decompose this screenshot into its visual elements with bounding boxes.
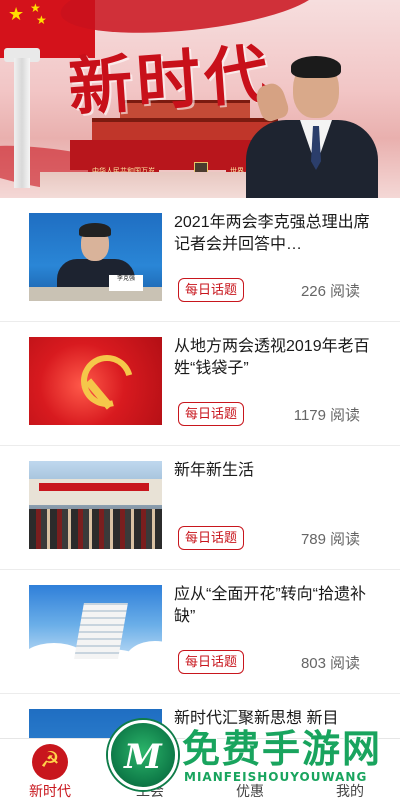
nav-tab-label: 新时代 bbox=[29, 783, 71, 799]
read-count-value: 789 bbox=[300, 531, 326, 548]
app-screen: ★ ★ ★ 中华人民共和国万岁 世界人民大团结万岁 新时代 bbox=[0, 0, 400, 800]
leader-photo bbox=[238, 54, 378, 198]
news-item[interactable]: 应从“全面开花”转向“拾遗补缺” 每日话题 803 阅读 bbox=[0, 570, 400, 694]
bottom-nav: 新时代 工会 优惠 我的 bbox=[0, 738, 400, 800]
thumb-hair bbox=[79, 223, 111, 237]
nav-tab-label: 工会 bbox=[136, 783, 164, 799]
news-thumbnail bbox=[29, 461, 162, 549]
news-thumbnail bbox=[29, 585, 162, 673]
nav-tab-profile[interactable]: 我的 bbox=[300, 739, 400, 800]
read-count: 803 阅读 bbox=[301, 652, 360, 673]
read-count-value: 803 bbox=[300, 655, 326, 672]
read-count-unit: 阅读 bbox=[329, 407, 360, 424]
news-title[interactable]: 新年新生活 bbox=[174, 460, 370, 482]
hero-banner[interactable]: ★ ★ ★ 中华人民共和国万岁 世界人民大团结万岁 新时代 bbox=[0, 0, 400, 198]
nav-tab-new-era[interactable]: 新时代 bbox=[0, 739, 100, 800]
news-item[interactable]: 新时代汇聚新思想 新目 bbox=[0, 694, 400, 738]
read-count-unit: 阅读 bbox=[329, 531, 360, 548]
waving-hand bbox=[253, 80, 291, 124]
thumb-sign bbox=[39, 483, 149, 491]
hair bbox=[291, 56, 341, 78]
topic-tag[interactable]: 每日话题 bbox=[178, 526, 245, 550]
news-thumbnail bbox=[29, 709, 162, 738]
news-thumbnail: 李克强 bbox=[29, 213, 162, 301]
news-title[interactable]: 2021年两会李克强总理出席记者会并回答中… bbox=[174, 212, 370, 256]
thumb-crowd bbox=[29, 509, 162, 549]
news-title[interactable]: 新时代汇聚新思想 新目 bbox=[174, 708, 370, 730]
read-count-unit: 阅读 bbox=[329, 655, 360, 672]
news-item[interactable]: 新年新生活 每日话题 789 阅读 bbox=[0, 446, 400, 570]
flag-star-icon: ★ bbox=[36, 13, 47, 27]
nav-tab-discount[interactable]: 优惠 bbox=[200, 739, 300, 800]
news-item[interactable]: 李克强 2021年两会李克强总理出席记者会并回答中… 每日话题 226 阅读 bbox=[0, 198, 400, 322]
news-thumbnail bbox=[29, 337, 162, 425]
read-count-unit: 阅读 bbox=[329, 283, 360, 300]
news-list[interactable]: 李克强 2021年两会李克强总理出席记者会并回答中… 每日话题 226 阅读 从地… bbox=[0, 198, 400, 738]
name-card: 李克强 bbox=[109, 275, 143, 291]
topic-tag[interactable]: 每日话题 bbox=[178, 650, 245, 674]
nav-tab-label: 我的 bbox=[336, 783, 364, 799]
news-item[interactable]: 从地方两会透视2019年老百姓“钱袋子” 每日话题 1179 阅读 bbox=[0, 322, 400, 446]
news-title[interactable]: 应从“全面开花”转向“拾遗补缺” bbox=[174, 584, 370, 628]
read-count: 789 阅读 bbox=[301, 528, 360, 549]
topic-tag[interactable]: 每日话题 bbox=[178, 402, 245, 426]
nav-tab-label: 优惠 bbox=[236, 783, 264, 799]
huabiao-pillar bbox=[14, 58, 30, 188]
read-count-value: 226 bbox=[300, 283, 326, 300]
read-count: 226 阅读 bbox=[301, 280, 360, 301]
news-title[interactable]: 从地方两会透视2019年老百姓“钱袋子” bbox=[174, 336, 370, 380]
read-count-value: 1179 bbox=[293, 407, 326, 424]
topic-tag[interactable]: 每日话题 bbox=[178, 278, 245, 302]
read-count: 1179 阅读 bbox=[294, 404, 360, 425]
flag-star-icon: ★ bbox=[8, 4, 25, 25]
thumb-cloud bbox=[125, 641, 162, 673]
party-emblem-icon bbox=[32, 744, 68, 780]
nav-tab-union[interactable]: 工会 bbox=[100, 739, 200, 800]
